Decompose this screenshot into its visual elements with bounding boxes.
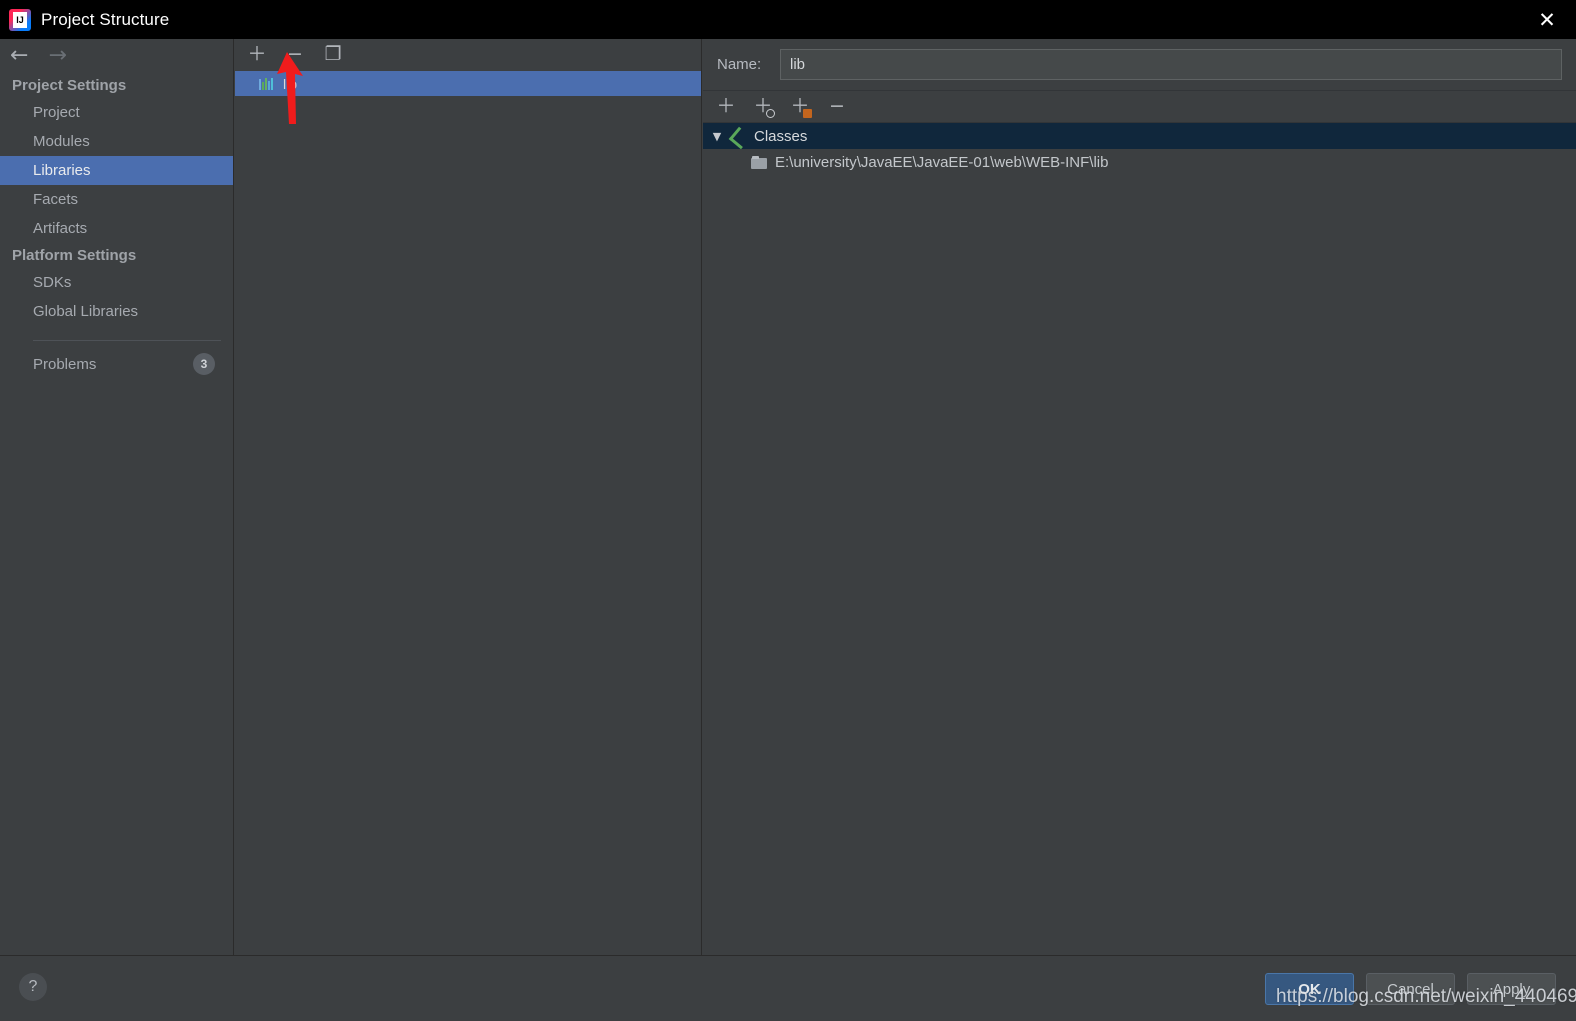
library-name-row: Name: <box>703 39 1576 91</box>
sidebar-item-modules[interactable]: Modules <box>0 127 233 156</box>
sidebar-item-facets[interactable]: Facets <box>0 185 233 214</box>
classes-root-icon <box>730 128 747 145</box>
sidebar-divider <box>33 340 221 341</box>
sidebar-item-project[interactable]: Project <box>0 98 233 127</box>
sidebar-nav: ← → <box>0 39 233 73</box>
intellij-idea-logo-icon: IJ <box>9 8 31 31</box>
tree-root-label: Classes <box>754 127 808 145</box>
settings-sidebar: ← → Project Settings Project Modules Lib… <box>0 39 234 955</box>
dialog-button-group: OK Cancel Apply <box>1265 973 1556 1005</box>
sidebar-item-label: Modules <box>33 133 90 150</box>
remove-library-button[interactable]: − <box>284 43 306 65</box>
library-name-input[interactable] <box>780 49 1562 80</box>
sidebar-item-label: Project <box>33 104 80 121</box>
folder-icon <box>751 155 767 169</box>
sidebar-item-label: Artifacts <box>33 220 88 237</box>
chevron-down-icon[interactable]: ▼ <box>711 130 723 143</box>
library-name-label: lib <box>283 75 298 92</box>
sidebar-item-problems[interactable]: Problems 3 <box>0 349 233 379</box>
sidebar-item-libraries[interactable]: Libraries <box>0 156 233 185</box>
add-root-button[interactable]: ＋ <box>714 95 738 119</box>
sidebar-item-artifacts[interactable]: Artifacts <box>0 214 233 243</box>
dialog-body: ← → Project Settings Project Modules Lib… <box>0 39 1576 955</box>
tree-row[interactable]: E:\university\JavaEE\JavaEE-01\web\WEB-I… <box>703 149 1576 175</box>
remove-root-button[interactable]: − <box>825 95 849 119</box>
library-icon <box>259 77 276 90</box>
forward-arrow-icon[interactable]: → <box>48 45 66 67</box>
name-label: Name: <box>717 56 762 73</box>
libraries-list-panel: ＋ − ❐ lib <box>235 39 702 955</box>
libraries-list: lib <box>235 71 701 96</box>
problems-label: Problems <box>33 355 97 373</box>
window-title: Project Structure <box>41 9 170 29</box>
sidebar-item-global-libraries[interactable]: Global Libraries <box>0 297 233 326</box>
sidebar-item-label: Libraries <box>33 162 91 179</box>
cancel-button[interactable]: Cancel <box>1366 973 1455 1005</box>
back-arrow-icon[interactable]: ← <box>10 45 28 67</box>
tree-row[interactable]: ▼ Classes <box>703 123 1576 149</box>
dialog-footer: ? OK Cancel Apply <box>0 955 1576 1021</box>
sidebar-item-label: Global Libraries <box>33 303 139 320</box>
folder-icon <box>803 108 812 118</box>
tree-child-label: E:\university\JavaEE\JavaEE-01\web\WEB-I… <box>775 153 1109 171</box>
copy-library-button[interactable]: ❐ <box>322 43 344 65</box>
apply-button[interactable]: Apply <box>1467 973 1556 1005</box>
globe-icon <box>766 108 775 118</box>
sidebar-item-sdks[interactable]: SDKs <box>0 268 233 297</box>
problems-count-badge: 3 <box>193 353 215 375</box>
library-roots-toolbar: ＋ ＋ ＋ − <box>703 91 1576 123</box>
sidebar-item-label: SDKs <box>33 274 72 291</box>
add-url-button[interactable]: ＋ <box>751 95 775 119</box>
library-detail-panel: Name: ＋ ＋ ＋ − ▼ <box>703 39 1576 955</box>
libraries-toolbar: ＋ − ❐ <box>235 39 701 69</box>
project-structure-dialog: IJ Project Structure ✕ ← → Project Setti… <box>0 0 1576 1021</box>
library-roots-tree: ▼ Classes E:\university\JavaEE\JavaEE-01… <box>703 123 1576 175</box>
ok-button[interactable]: OK <box>1265 973 1354 1005</box>
close-icon[interactable]: ✕ <box>1518 0 1576 39</box>
help-icon[interactable]: ? <box>19 973 47 1001</box>
list-item[interactable]: lib <box>235 71 701 96</box>
group-title-project-settings: Project Settings <box>12 77 127 94</box>
group-title-platform-settings: Platform Settings <box>12 247 137 264</box>
add-directory-button[interactable]: ＋ <box>788 95 812 119</box>
title-bar: IJ Project Structure ✕ <box>0 0 1576 39</box>
sidebar-item-label: Facets <box>33 191 79 208</box>
plus-icon: ＋ <box>716 95 736 117</box>
add-library-button[interactable]: ＋ <box>246 43 268 65</box>
